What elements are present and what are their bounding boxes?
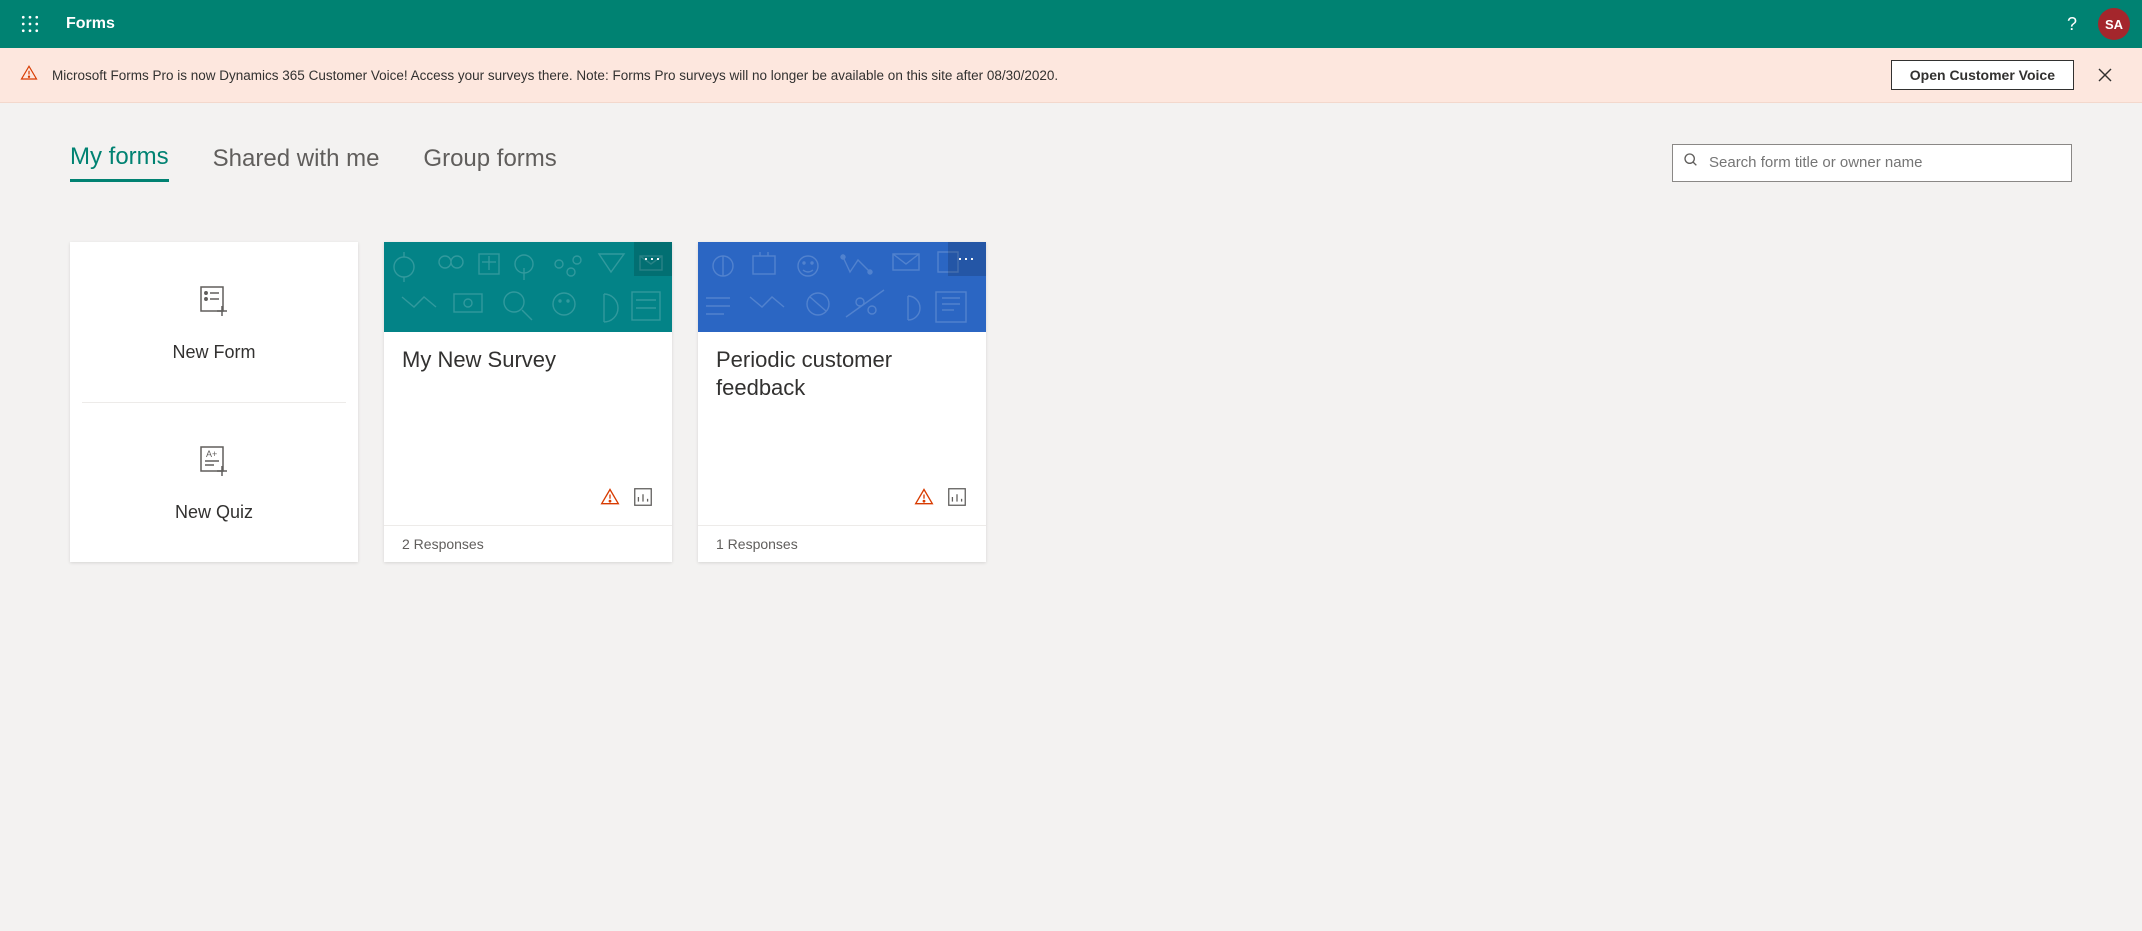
warning-icon [914, 487, 934, 512]
cards-grid: New Form A+ New Quiz [70, 242, 2072, 562]
banner-text: Microsoft Forms Pro is now Dynamics 365 … [52, 68, 1877, 83]
tab-shared-with-me[interactable]: Shared with me [213, 145, 380, 181]
open-customer-voice-button[interactable]: Open Customer Voice [1891, 60, 2074, 90]
new-form-label: New Form [172, 342, 255, 363]
new-form-button[interactable]: New Form [70, 242, 358, 402]
main-scroll-area[interactable]: Microsoft Forms Pro is now Dynamics 365 … [0, 48, 2142, 931]
new-item-card: New Form A+ New Quiz [70, 242, 358, 562]
analytics-icon [946, 486, 968, 513]
warning-icon [20, 64, 38, 87]
svg-text:A+: A+ [206, 449, 217, 459]
form-responses-count: 2 Responses [384, 525, 672, 562]
new-quiz-button[interactable]: A+ New Quiz [70, 403, 358, 563]
new-quiz-label: New Quiz [175, 502, 253, 523]
app-title: Forms [66, 15, 115, 33]
new-quiz-icon: A+ [194, 441, 234, 486]
form-responses-count: 1 Responses [698, 525, 986, 562]
app-launcher-icon[interactable] [12, 6, 48, 42]
search-input[interactable] [1709, 154, 2061, 171]
form-title: My New Survey [402, 346, 654, 374]
waffle-icon [21, 15, 39, 33]
app-header: Forms ? SA [0, 0, 2142, 48]
more-icon[interactable]: ⋯ [948, 242, 986, 276]
new-form-icon [194, 281, 234, 326]
tab-group-forms[interactable]: Group forms [423, 145, 556, 181]
pattern-icon [384, 242, 672, 332]
notification-banner: Microsoft Forms Pro is now Dynamics 365 … [0, 48, 2142, 103]
form-card-body: Periodic customer feedback [698, 332, 986, 525]
form-status-icons [402, 486, 654, 525]
form-title: Periodic customer feedback [716, 346, 968, 401]
tab-my-forms[interactable]: My forms [70, 143, 169, 182]
warning-icon [600, 487, 620, 512]
search-icon [1683, 152, 1699, 173]
form-card[interactable]: ⋯ Periodic customer feedback [698, 242, 986, 562]
pattern-icon [698, 242, 986, 332]
more-icon[interactable]: ⋯ [634, 242, 672, 276]
form-card-header: ⋯ [384, 242, 672, 332]
form-status-icons [716, 486, 968, 525]
main-content: My forms Shared with me Group forms [0, 103, 2142, 903]
form-card-header: ⋯ [698, 242, 986, 332]
close-icon[interactable] [2088, 58, 2122, 92]
tabs-row: My forms Shared with me Group forms [70, 143, 2072, 182]
search-box[interactable] [1672, 144, 2072, 182]
help-icon[interactable]: ? [2054, 6, 2090, 42]
form-card[interactable]: ⋯ My New Survey [384, 242, 672, 562]
avatar[interactable]: SA [2098, 8, 2130, 40]
form-card-body: My New Survey [384, 332, 672, 525]
analytics-icon [632, 486, 654, 513]
